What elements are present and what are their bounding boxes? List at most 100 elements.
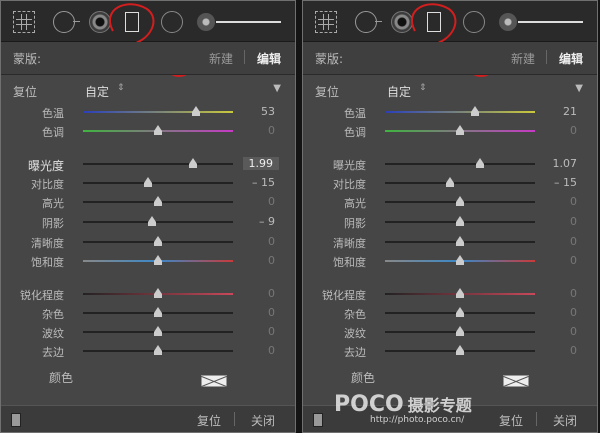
slider-value[interactable]: 1.07 bbox=[553, 157, 578, 170]
collapse-triangle-icon[interactable]: ▼ bbox=[273, 83, 281, 94]
slider-track[interactable] bbox=[385, 216, 535, 226]
slider-track[interactable] bbox=[83, 216, 233, 226]
slider-thumb[interactable] bbox=[148, 216, 156, 226]
slider-thumb[interactable] bbox=[456, 125, 464, 135]
slider-track[interactable] bbox=[385, 255, 535, 265]
slider-track[interactable] bbox=[385, 345, 535, 355]
slider-value[interactable]: 0 bbox=[268, 325, 275, 338]
slider-thumb[interactable] bbox=[456, 255, 464, 265]
mask-edit-button[interactable]: 编辑 bbox=[559, 50, 583, 67]
spot-removal-icon[interactable] bbox=[355, 11, 382, 33]
slider-value[interactable]: 0 bbox=[570, 344, 577, 357]
slider-value[interactable]: 0 bbox=[570, 287, 577, 300]
slider-thumb[interactable] bbox=[456, 326, 464, 336]
crop-overlay-icon[interactable] bbox=[315, 11, 337, 33]
slider-thumb[interactable] bbox=[456, 216, 464, 226]
slider-value[interactable]: 0 bbox=[570, 195, 577, 208]
effect-reset-label[interactable]: 复位 bbox=[13, 83, 37, 100]
slider-value[interactable]: – 15 bbox=[554, 176, 577, 189]
slider-track[interactable] bbox=[385, 125, 535, 135]
slider-thumb[interactable] bbox=[456, 196, 464, 206]
slider-value[interactable]: 0 bbox=[570, 124, 577, 137]
slider-value[interactable]: 0 bbox=[268, 235, 275, 248]
slider-track[interactable] bbox=[385, 288, 535, 298]
slider-track[interactable] bbox=[83, 307, 233, 317]
color-swatch[interactable] bbox=[503, 375, 529, 387]
slider-thumb[interactable] bbox=[456, 345, 464, 355]
slider-value[interactable]: 0 bbox=[268, 344, 275, 357]
panel-toggle-switch[interactable] bbox=[11, 413, 21, 427]
slider-value[interactable]: 0 bbox=[268, 287, 275, 300]
slider-thumb[interactable] bbox=[154, 326, 162, 336]
slider-value[interactable]: 0 bbox=[570, 306, 577, 319]
slider-track[interactable] bbox=[385, 158, 535, 168]
spot-removal-icon[interactable] bbox=[53, 11, 80, 33]
slider-track[interactable] bbox=[385, 177, 535, 187]
radial-filter-icon[interactable] bbox=[161, 11, 183, 33]
slider-thumb[interactable] bbox=[154, 288, 162, 298]
mask-new-button[interactable]: 新建 bbox=[209, 50, 233, 67]
slider-track[interactable] bbox=[385, 326, 535, 336]
slider-thumb[interactable] bbox=[456, 307, 464, 317]
slider-track[interactable] bbox=[83, 177, 233, 187]
radial-filter-icon[interactable] bbox=[463, 11, 485, 33]
effect-reset-label[interactable]: 复位 bbox=[315, 83, 339, 100]
slider-value[interactable]: 0 bbox=[570, 325, 577, 338]
slider-track[interactable] bbox=[83, 326, 233, 336]
slider-track[interactable] bbox=[83, 288, 233, 298]
slider-track[interactable] bbox=[385, 106, 535, 116]
slider-value[interactable]: 53 bbox=[261, 105, 275, 118]
slider-thumb[interactable] bbox=[154, 196, 162, 206]
graduated-filter-icon[interactable] bbox=[125, 12, 139, 32]
slider-track[interactable] bbox=[83, 158, 233, 168]
adjustment-brush-icon[interactable] bbox=[499, 13, 517, 31]
slider-thumb[interactable] bbox=[188, 158, 197, 168]
slider-thumb[interactable] bbox=[456, 288, 464, 298]
slider-value[interactable]: 0 bbox=[268, 306, 275, 319]
slider-track[interactable] bbox=[83, 345, 233, 355]
color-swatch[interactable] bbox=[201, 375, 227, 387]
collapse-triangle-icon[interactable]: ▼ bbox=[575, 83, 583, 94]
preset-stepper-icon[interactable]: ⇕ bbox=[117, 83, 125, 93]
panel-toggle-switch[interactable] bbox=[313, 413, 323, 427]
slider-thumb[interactable] bbox=[445, 177, 454, 187]
slider-thumb[interactable] bbox=[475, 158, 484, 168]
slider-track[interactable] bbox=[83, 106, 233, 116]
slider-value[interactable]: 0 bbox=[570, 215, 577, 228]
mask-new-button[interactable]: 新建 bbox=[511, 50, 535, 67]
reset-button[interactable]: 复位 bbox=[499, 412, 523, 429]
slider-value[interactable]: – 9 bbox=[259, 215, 275, 228]
close-button[interactable]: 关闭 bbox=[251, 412, 275, 429]
slider-thumb[interactable] bbox=[154, 125, 162, 135]
slider-thumb[interactable] bbox=[154, 307, 162, 317]
slider-thumb[interactable] bbox=[191, 106, 200, 116]
slider-value[interactable]: 0 bbox=[268, 195, 275, 208]
slider-value[interactable]: – 15 bbox=[252, 176, 275, 189]
preset-select[interactable]: 自定 bbox=[85, 83, 109, 100]
slider-value[interactable]: 0 bbox=[570, 235, 577, 248]
red-eye-icon[interactable] bbox=[391, 11, 413, 33]
slider-track[interactable] bbox=[385, 196, 535, 206]
reset-button[interactable]: 复位 bbox=[197, 412, 221, 429]
crop-overlay-icon[interactable] bbox=[13, 11, 35, 33]
slider-thumb[interactable] bbox=[154, 345, 162, 355]
mask-edit-button[interactable]: 编辑 bbox=[257, 50, 281, 67]
slider-track[interactable] bbox=[83, 255, 233, 265]
slider-track[interactable] bbox=[385, 236, 535, 246]
slider-thumb[interactable] bbox=[456, 236, 464, 246]
slider-track[interactable] bbox=[385, 307, 535, 317]
slider-value[interactable]: 0 bbox=[268, 254, 275, 267]
slider-thumb[interactable] bbox=[154, 236, 162, 246]
adjustment-brush-icon[interactable] bbox=[197, 13, 215, 31]
close-button[interactable]: 关闭 bbox=[553, 412, 577, 429]
slider-thumb[interactable] bbox=[471, 106, 479, 116]
slider-thumb[interactable] bbox=[154, 255, 162, 265]
slider-value[interactable]: 21 bbox=[563, 105, 577, 118]
slider-value[interactable]: 0 bbox=[570, 254, 577, 267]
slider-track[interactable] bbox=[83, 196, 233, 206]
slider-track[interactable] bbox=[83, 236, 233, 246]
slider-value[interactable]: 1.99 bbox=[242, 157, 279, 170]
slider-value[interactable]: 0 bbox=[268, 124, 275, 137]
slider-thumb[interactable] bbox=[143, 177, 152, 187]
graduated-filter-icon[interactable] bbox=[427, 12, 441, 32]
